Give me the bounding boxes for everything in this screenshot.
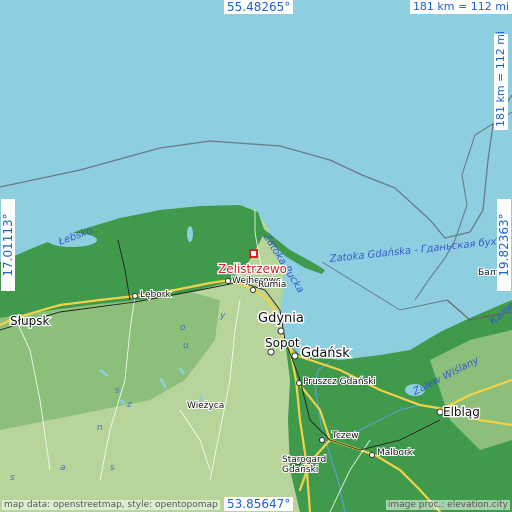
highlight-label: Zelistrzewo xyxy=(218,262,287,276)
scale-right-label: 181 km = 112 mi xyxy=(494,31,508,130)
terrain-letter: z xyxy=(126,400,132,410)
terrain-letter: n xyxy=(97,423,103,433)
terrain-letter: s xyxy=(115,386,120,396)
scale-top-label: 181 km = 112 mi xyxy=(409,0,512,14)
city-label-sopot: Sopot xyxy=(265,336,300,350)
city-label-gdansk: Gdańsk xyxy=(301,346,350,361)
city-label-rumia: Rumia xyxy=(258,280,286,290)
longitude-right-label: 19.82363° xyxy=(497,199,511,291)
terrain-letter: y xyxy=(219,311,226,321)
city-label-lebork: Lębork xyxy=(140,290,171,300)
latitude-bottom-label: 53.85647° xyxy=(224,497,294,511)
city-label-pruszcz: Pruszcz Gdański xyxy=(303,377,376,387)
map-data-credit: map data: openstreetmap, style: opentopo… xyxy=(2,500,220,510)
terrain-letter: s xyxy=(10,473,15,483)
city-label-gdynia: Gdynia xyxy=(258,311,304,326)
lake-zarnowieckie xyxy=(187,226,193,242)
highlight-marker[interactable] xyxy=(249,249,258,258)
city-label-malbork: Malbork xyxy=(377,448,414,458)
latitude-top-label: 55.48265° xyxy=(224,0,294,14)
city-label-wiezyca: Wieżyca xyxy=(187,401,224,411)
city-label-slupsk: Słupsk xyxy=(10,314,50,328)
image-processing-credit: image proc.: elevation.city xyxy=(385,500,510,510)
terrain-letter: u xyxy=(183,341,189,351)
terrain-letter: a xyxy=(60,463,66,473)
city-label-tczew: Tczew xyxy=(331,431,359,441)
terrain-letter: o xyxy=(180,323,186,333)
terrain-map[interactable]: Łebsko Zatoka Pucka Zatoka Gdańska - Гда… xyxy=(0,0,512,512)
city-label-elblag: Elbląg xyxy=(443,405,480,419)
terrain-letter: s xyxy=(110,463,115,473)
longitude-left-label: 17.01113° xyxy=(1,199,15,291)
